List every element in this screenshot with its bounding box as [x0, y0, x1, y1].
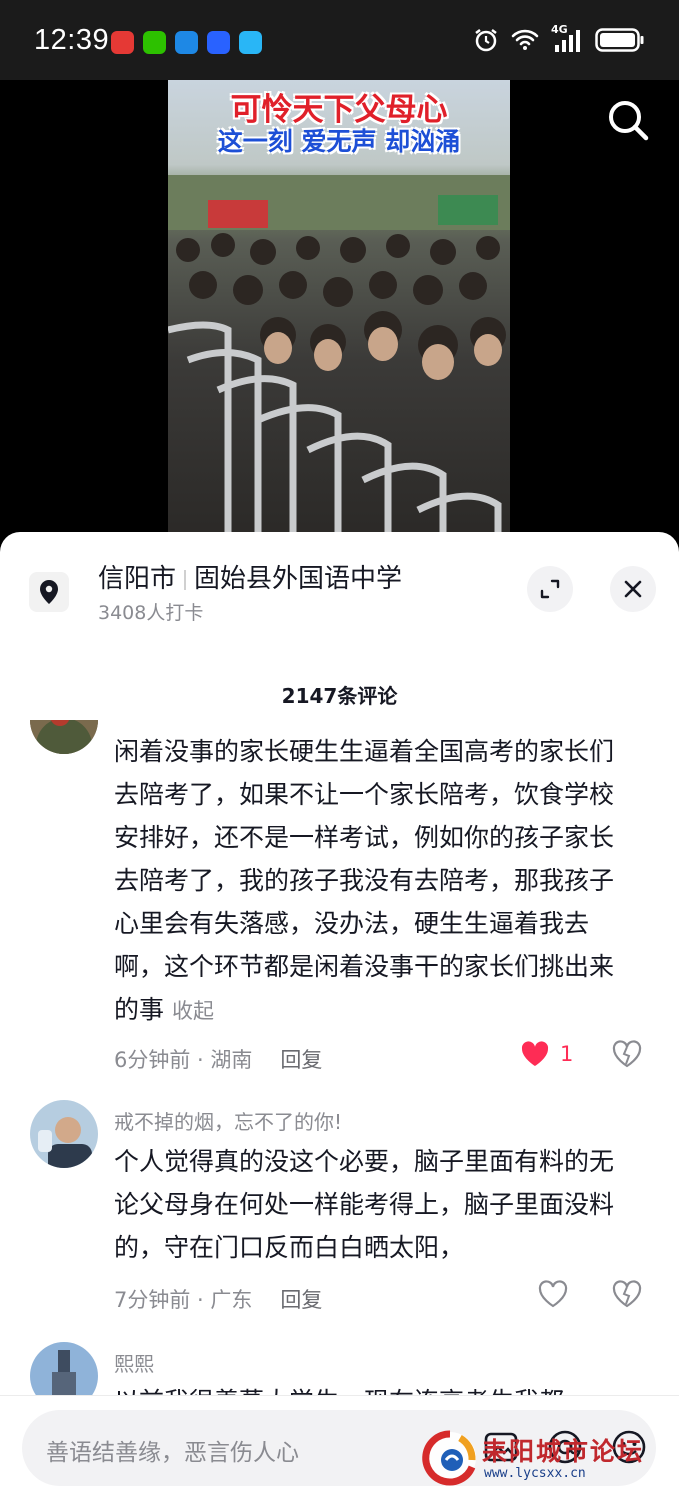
status-bar: 12:39 4G: [0, 0, 679, 80]
comment-text: 以前我很羡慕大学生，现在连高考生我都: [114, 1380, 634, 1395]
comment-body: 闲着没事的家长硬生生逼着全国高考的家长们去陪考了，如果不让一个家长陪考，饮食学校…: [114, 737, 615, 1024]
status-time: 12:39: [34, 24, 110, 56]
location-checkins: 3408人打卡: [98, 602, 204, 624]
expand-icon: [540, 579, 560, 599]
heart-outline-icon: [538, 1280, 568, 1308]
alarm-icon: [475, 29, 497, 52]
comment-text: 闲着没事的家长硬生生逼着全国高考的家长们去陪考了，如果不让一个家长陪考，饮食学校…: [114, 730, 634, 1033]
comment-meta: 6分钟前 · 湖南 回复: [114, 1048, 323, 1072]
comment-input-placeholder: 善语结善缘，恶言伤人心: [46, 1440, 299, 1466]
like-count: 1: [560, 1042, 574, 1066]
video-title-line2: 这一刻 爱无声 却汹涌: [217, 127, 461, 156]
comment-text: 个人觉得真的没这个必要，脑子里面有料的无论父母身在何处一样能考得上，脑子里面没料…: [114, 1147, 615, 1262]
like-button[interactable]: [538, 1280, 568, 1308]
video-player[interactable]: 可怜天下父母心 这一刻 爱无声 却汹涌: [0, 80, 679, 550]
comment-meta: 7分钟前 · 广东 回复: [114, 1288, 323, 1312]
close-icon: [624, 580, 642, 598]
comment-list[interactable]: 闲着没事的家长硬生生逼着全国高考的家长们去陪考了，如果不让一个家长陪考，饮食学校…: [0, 720, 679, 1395]
signal-icon: 4G: [551, 23, 583, 53]
wechat-icon: [143, 31, 166, 54]
like-button[interactable]: 1: [520, 1040, 573, 1068]
huawei-app-icon: [111, 31, 134, 54]
comment-region: 湖南: [210, 1048, 253, 1072]
location-pin-icon[interactable]: [29, 572, 69, 612]
watermark-text: 耒阳城市论坛: [482, 1437, 645, 1466]
heart-filled-icon: [521, 1041, 549, 1066]
broken-heart-icon: [612, 1040, 642, 1068]
comment-sheet: 信阳市 固始县外国语中学 3408人打卡 2147条评论 闲着没事的家长硬生生逼着…: [0, 532, 679, 1500]
comment-author[interactable]: 戒不掉的烟，忘不了的你!: [114, 1106, 342, 1135]
dislike-button[interactable]: [612, 1040, 642, 1072]
avatar[interactable]: [30, 1100, 98, 1168]
comment-author[interactable]: 熙熙: [114, 1348, 154, 1377]
dislike-button[interactable]: [612, 1280, 642, 1312]
comment-time: 6分钟前: [114, 1048, 191, 1072]
location-title[interactable]: 信阳市 固始县外国语中学: [98, 558, 402, 595]
search-button[interactable]: [605, 97, 651, 143]
collapse-link[interactable]: 收起: [172, 999, 214, 1023]
status-right-icons: 4G: [473, 23, 645, 53]
close-button[interactable]: [610, 566, 656, 612]
expand-button[interactable]: [527, 566, 573, 612]
blue-app-icon: [175, 31, 198, 54]
avatar[interactable]: [30, 720, 98, 754]
baidu-icon: [207, 31, 230, 54]
search-icon: [609, 101, 649, 141]
location-divider: [184, 569, 187, 590]
comment-time: 7分钟前: [114, 1288, 191, 1312]
location-city: 信阳市: [98, 564, 177, 594]
broken-heart-icon: [612, 1280, 642, 1308]
reply-button[interactable]: 回复: [280, 1048, 322, 1072]
forum-watermark: 耒阳城市论坛 www.lycsxx.cn: [420, 1428, 670, 1488]
status-app-icons: [111, 31, 262, 54]
reply-button[interactable]: 回复: [280, 1288, 322, 1312]
wifi-icon: [511, 29, 539, 50]
avatar[interactable]: [30, 1342, 98, 1395]
video-frame[interactable]: 可怜天下父母心 这一刻 爱无声 却汹涌: [168, 80, 510, 550]
battery-icon: [595, 28, 644, 52]
comment-count-title: 2147条评论: [281, 684, 398, 708]
location-place: 固始县外国语中学: [194, 564, 403, 594]
comment-region: 广东: [210, 1288, 253, 1312]
watermark-logo-icon: [422, 1430, 476, 1486]
blue-round-app-icon: [239, 31, 262, 54]
watermark-url: www.lycsxx.cn: [484, 1466, 586, 1481]
